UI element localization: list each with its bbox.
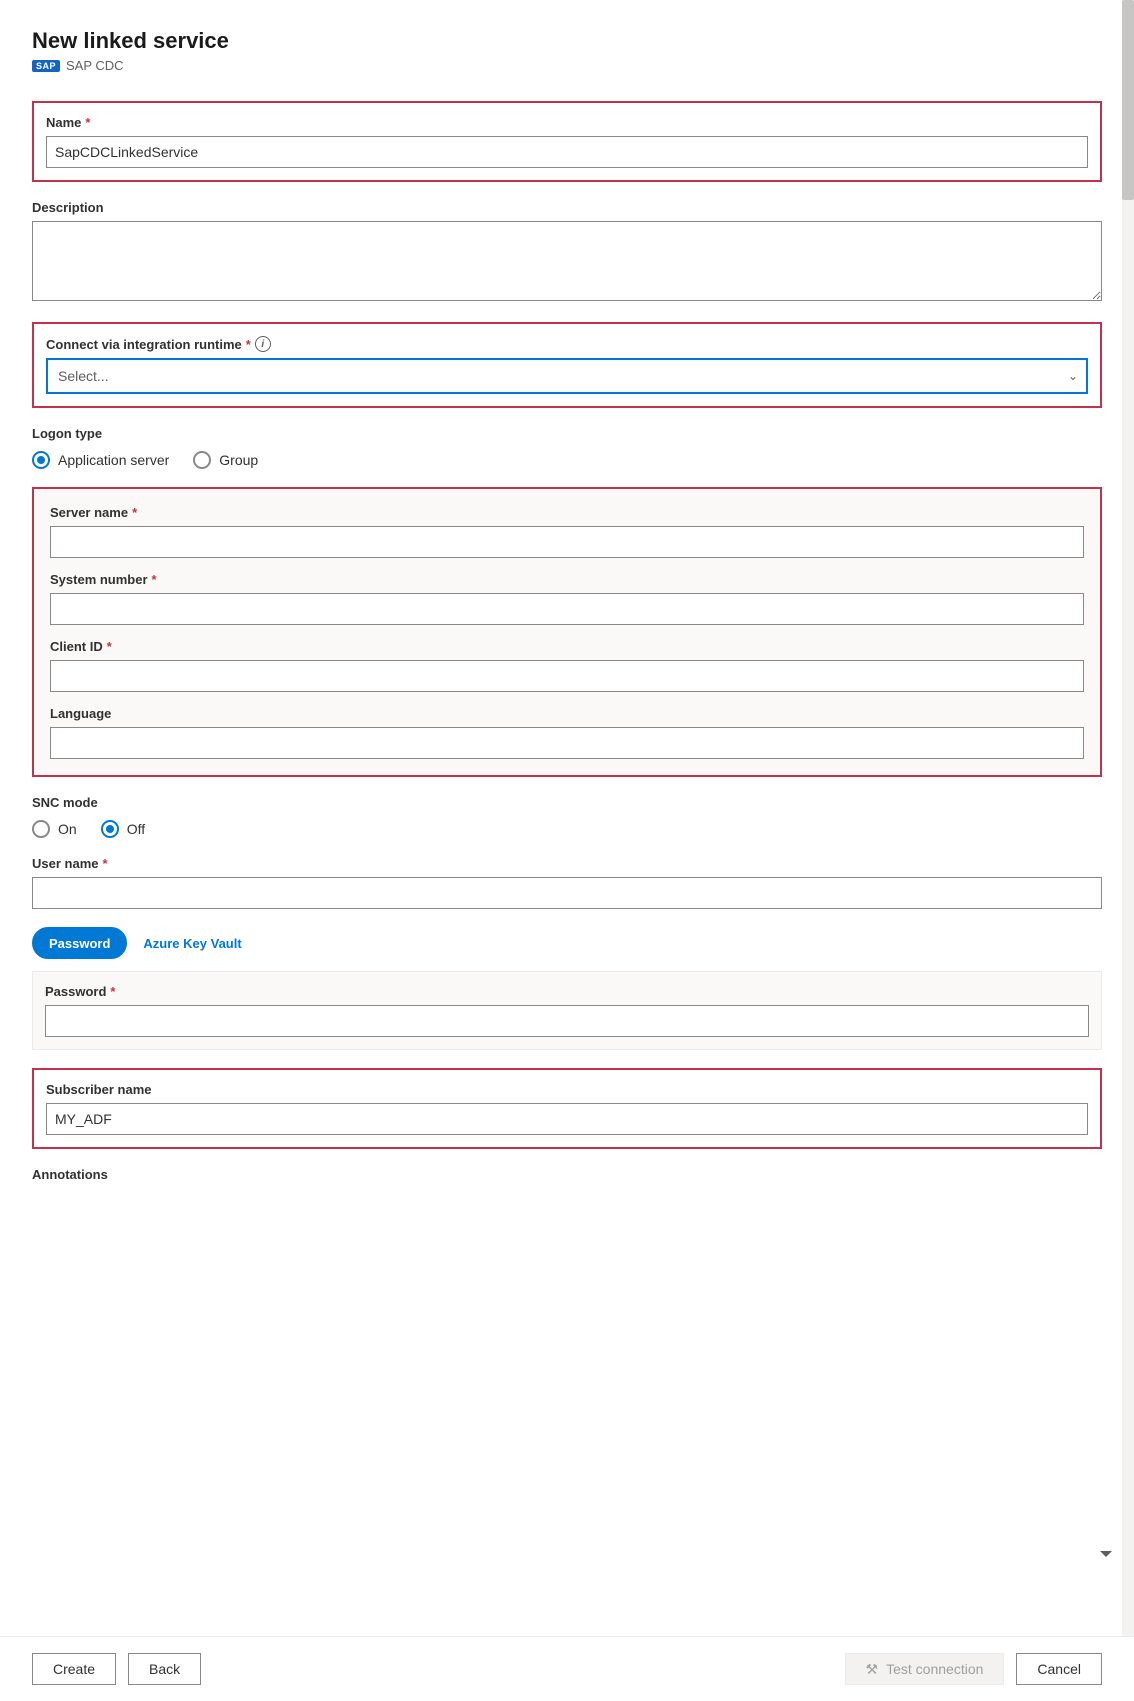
user-name-label: User name * (32, 856, 1102, 871)
ir-required-star: * (246, 337, 251, 352)
snc-off-radio[interactable] (101, 820, 119, 838)
subscriber-name-input[interactable] (46, 1103, 1088, 1135)
application-server-label: Application server (58, 452, 169, 468)
logon-type-application-server[interactable]: Application server (32, 451, 169, 469)
group-label: Group (219, 452, 258, 468)
snc-off-label: Off (127, 821, 145, 837)
snc-mode-section: SNC mode On Off (32, 795, 1102, 838)
server-name-group: Server name * (50, 505, 1084, 558)
footer-bar: Create Back ⚒ Test connection Cancel (0, 1636, 1134, 1701)
user-name-input[interactable] (32, 877, 1102, 909)
description-input[interactable] (32, 221, 1102, 301)
page-container: New linked service SAP SAP CDC Name * De… (0, 0, 1134, 1701)
integration-runtime-label: Connect via integration runtime * i (46, 336, 1088, 352)
subtitle-row: SAP SAP CDC (32, 58, 1102, 73)
system-number-input[interactable] (50, 593, 1084, 625)
password-tab-group: Password Azure Key Vault (32, 927, 1102, 959)
page-title: New linked service (32, 28, 1102, 54)
name-required-star: * (85, 115, 90, 130)
logon-type-label: Logon type (32, 426, 1102, 441)
client-id-required: * (107, 639, 112, 654)
sap-badge: SAP (32, 60, 60, 72)
description-label: Description (32, 200, 1102, 215)
snc-on-label: On (58, 821, 77, 837)
password-label: Password * (45, 984, 1089, 999)
password-tab[interactable]: Password (32, 927, 127, 959)
subscriber-name-label: Subscriber name (46, 1082, 1088, 1097)
name-field-group: Name * (32, 101, 1102, 182)
snc-radio-group: On Off (32, 820, 1102, 838)
integration-runtime-group: Connect via integration runtime * i Sele… (32, 322, 1102, 408)
create-button[interactable]: Create (32, 1653, 116, 1685)
language-input[interactable] (50, 727, 1084, 759)
server-name-required: * (132, 505, 137, 520)
footer-left: Create Back (32, 1653, 201, 1685)
snc-on-radio[interactable] (32, 820, 50, 838)
scrollbar-thumb[interactable] (1122, 0, 1134, 200)
test-connection-icon: ⚒ (866, 1661, 879, 1678)
annotations-section: Annotations (32, 1167, 1102, 1182)
language-group: Language (50, 706, 1084, 759)
info-icon[interactable]: i (255, 336, 271, 352)
name-input[interactable] (46, 136, 1088, 168)
system-number-group: System number * (50, 572, 1084, 625)
client-id-label: Client ID * (50, 639, 1084, 654)
system-number-required: * (152, 572, 157, 587)
application-server-radio[interactable] (32, 451, 50, 469)
footer-right: ⚒ Test connection Cancel (845, 1653, 1102, 1685)
service-type-label: SAP CDC (66, 58, 124, 73)
test-connection-label: Test connection (886, 1661, 983, 1677)
form-area: New linked service SAP SAP CDC Name * De… (0, 0, 1134, 1636)
snc-mode-label: SNC mode (32, 795, 1102, 810)
client-id-input[interactable] (50, 660, 1084, 692)
logon-type-radio-group: Application server Group (32, 451, 1102, 469)
server-name-input[interactable] (50, 526, 1084, 558)
system-number-label: System number * (50, 572, 1084, 587)
group-radio[interactable] (193, 451, 211, 469)
user-name-required: * (102, 856, 107, 871)
cancel-button[interactable]: Cancel (1016, 1653, 1102, 1685)
password-section: Password * (32, 971, 1102, 1050)
user-name-group: User name * (32, 856, 1102, 909)
snc-on-option[interactable]: On (32, 820, 77, 838)
back-button[interactable]: Back (128, 1653, 201, 1685)
description-field-group: Description (32, 200, 1102, 304)
azure-key-vault-tab[interactable]: Azure Key Vault (127, 927, 257, 959)
annotations-label: Annotations (32, 1167, 1102, 1182)
scroll-down-indicator (1098, 1547, 1114, 1566)
language-label: Language (50, 706, 1084, 721)
subscriber-name-group: Subscriber name (32, 1068, 1102, 1149)
scrollbar-track[interactable] (1122, 0, 1134, 1636)
password-required: * (110, 984, 115, 999)
server-fields-box: Server name * System number * Client ID … (32, 487, 1102, 777)
logon-type-group[interactable]: Group (193, 451, 258, 469)
name-label: Name * (46, 115, 1088, 130)
integration-runtime-select-wrapper: Select... ⌄ (46, 358, 1088, 394)
server-name-label: Server name * (50, 505, 1084, 520)
test-connection-button[interactable]: ⚒ Test connection (845, 1653, 1005, 1685)
logon-type-section: Logon type Application server Group (32, 426, 1102, 469)
integration-runtime-select[interactable]: Select... (46, 358, 1088, 394)
snc-off-option[interactable]: Off (101, 820, 145, 838)
client-id-group: Client ID * (50, 639, 1084, 692)
password-input[interactable] (45, 1005, 1089, 1037)
